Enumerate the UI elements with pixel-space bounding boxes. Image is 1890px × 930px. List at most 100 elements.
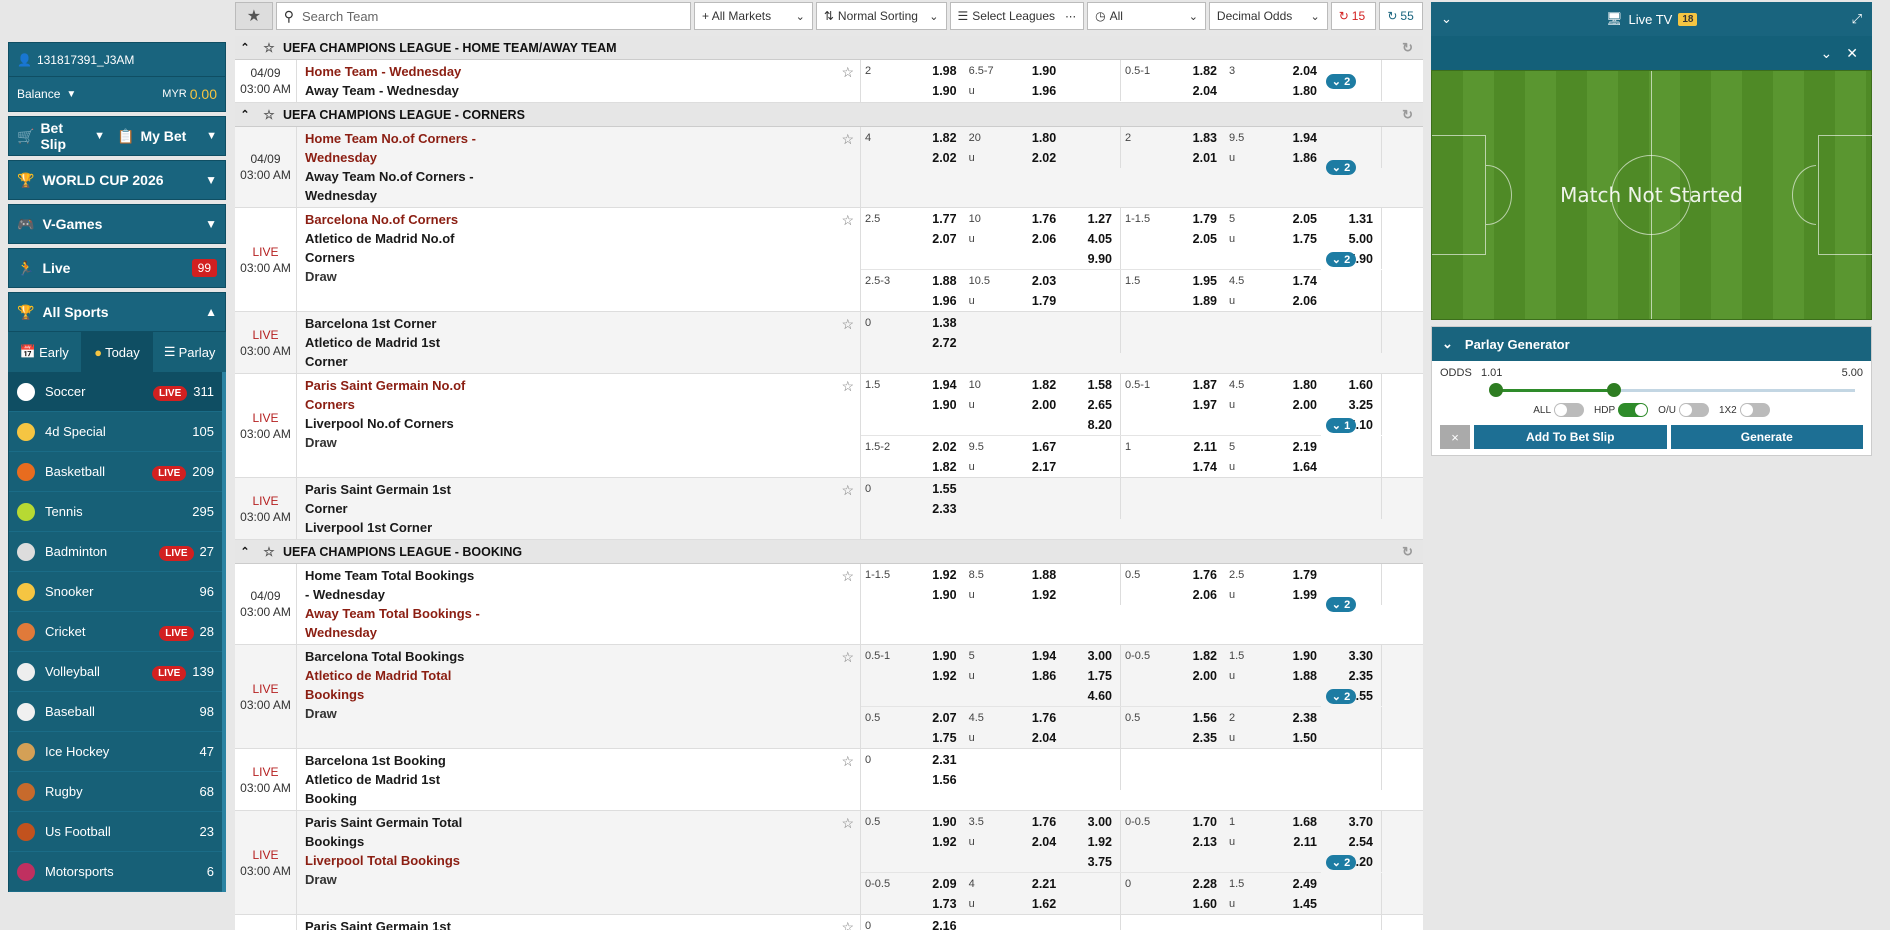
- ou-odds-val[interactable]: 1.96: [1004, 81, 1056, 101]
- ou-odds-val[interactable]: 2.00: [1265, 395, 1317, 415]
- star-icon[interactable]: ☆: [841, 918, 854, 930]
- handicap-odds-val[interactable]: 2.07: [903, 708, 956, 728]
- handicap-odds-val[interactable]: 1.60: [1163, 894, 1217, 914]
- ou-odds-val[interactable]: 1.86: [1265, 148, 1317, 168]
- ou-odds-val[interactable]: 1.99: [1265, 585, 1317, 605]
- star-icon[interactable]: ☆: [841, 752, 854, 771]
- handicap-odds-val[interactable]: 1.87: [1163, 375, 1217, 395]
- odds-type-dropdown[interactable]: Decimal Odds ⌄: [1208, 2, 1328, 30]
- ou-odds-val[interactable]: 1.94: [1265, 128, 1317, 148]
- handicap-odds-val[interactable]: 1.92: [903, 832, 956, 852]
- refresh-button-a[interactable]: ↻ 15: [1330, 2, 1377, 30]
- ou-odds-val[interactable]: 1.45: [1265, 894, 1317, 914]
- ou-odds-val[interactable]: 2.19: [1265, 437, 1317, 457]
- ou-odds-val[interactable]: 1.80: [1265, 375, 1317, 395]
- toggle-switch[interactable]: [1678, 403, 1709, 417]
- more-markets-button[interactable]: ⌄ 2: [1325, 596, 1357, 612]
- refresh-icon[interactable]: ↻: [1402, 544, 1413, 560]
- handicap-odds-val[interactable]: 2.07: [903, 229, 956, 249]
- sport-item[interactable]: Cricket LIVE 28: [9, 612, 222, 652]
- league-header[interactable]: ⌃ ☆ UEFA CHAMPIONS LEAGUE - HOME TEAM/AWAY…: [235, 36, 1423, 60]
- refresh-icon[interactable]: ↻: [1402, 107, 1413, 123]
- handicap-odds-val[interactable]: 1.82: [1163, 61, 1217, 81]
- chevron-up-icon[interactable]: ⌃: [235, 545, 255, 558]
- ou-odds-val[interactable]: 1.79: [1265, 565, 1317, 585]
- handicap-odds-val[interactable]: 1.70: [1163, 812, 1217, 832]
- time-filter-dropdown[interactable]: ◷ All ⌄: [1087, 2, 1206, 30]
- balance-row[interactable]: Balance ▼ MYR 0.00: [9, 77, 225, 111]
- star-icon[interactable]: ☆: [841, 648, 854, 667]
- handicap-odds-val[interactable]: 1.74: [1163, 457, 1217, 477]
- handicap-odds-val[interactable]: 1.55: [903, 479, 956, 499]
- star-icon[interactable]: ☆: [841, 130, 854, 149]
- more-markets-button[interactable]: ⌄ 2: [1325, 855, 1357, 870]
- ou-odds-val[interactable]: 1.64: [1265, 457, 1317, 477]
- toggle-1x2[interactable]: 1X2: [1719, 403, 1770, 417]
- star-icon[interactable]: ☆: [841, 63, 854, 82]
- star-icon[interactable]: ☆: [841, 814, 854, 833]
- x12-odds-val[interactable]: 4.05: [1062, 229, 1112, 249]
- handicap-odds-val[interactable]: 1.56: [1163, 708, 1217, 728]
- handicap-odds-val[interactable]: 1.82: [903, 128, 956, 148]
- handicap-odds-val[interactable]: 1.77: [903, 209, 956, 229]
- handicap-odds-val[interactable]: 1.76: [1163, 565, 1217, 585]
- toggle-hdp[interactable]: HDP: [1594, 403, 1649, 417]
- handicap-odds-val[interactable]: 1.75: [903, 728, 956, 748]
- expand-icon[interactable]: ⤢: [1852, 11, 1862, 27]
- ou-odds-val[interactable]: 2.11: [1265, 832, 1317, 852]
- handicap-odds-val[interactable]: 1.90: [903, 81, 956, 101]
- tab-today[interactable]: ● Today: [80, 332, 154, 372]
- world-cup-item[interactable]: 🏆 WORLD CUP 2026 ▼: [8, 160, 226, 200]
- handicap-odds-val[interactable]: 2.16: [903, 916, 956, 930]
- ou-odds-val[interactable]: 2.49: [1265, 874, 1317, 894]
- ou-odds-val[interactable]: 1.86: [1004, 666, 1056, 686]
- sport-item[interactable]: Soccer LIVE 311: [9, 372, 222, 412]
- sorting-dropdown[interactable]: ⇅ Normal Sorting ⌄: [815, 2, 947, 30]
- ou-odds-val[interactable]: 2.06: [1004, 229, 1056, 249]
- sport-item[interactable]: Badminton LIVE 27: [9, 532, 222, 572]
- ou-odds-val[interactable]: 1.92: [1004, 585, 1056, 605]
- live-item[interactable]: 🏃 Live 99: [8, 248, 226, 288]
- handicap-odds-val[interactable]: 1.89: [1163, 291, 1217, 311]
- my-bet-button[interactable]: 📋 My Bet ▼: [117, 128, 217, 145]
- ou-odds-val[interactable]: 2.04: [1004, 832, 1056, 852]
- more-markets-button[interactable]: ⌄ 2: [1325, 252, 1357, 267]
- sport-item[interactable]: Us Football 23: [9, 812, 222, 852]
- slider-handle-min[interactable]: [1489, 383, 1503, 397]
- ou-odds-val[interactable]: 2.02: [1004, 148, 1056, 168]
- ou-odds-val[interactable]: 2.06: [1265, 291, 1317, 311]
- ou-odds-val[interactable]: 1.62: [1004, 894, 1056, 914]
- all-sports-header[interactable]: 🏆 All Sports ▲: [8, 292, 226, 332]
- league-header[interactable]: ⌃ ☆ UEFA CHAMPIONS LEAGUE - BOOKING ↻: [235, 540, 1423, 564]
- sport-item[interactable]: Snooker 96: [9, 572, 222, 612]
- ou-odds-val[interactable]: 2.21: [1004, 874, 1056, 894]
- ou-odds-val[interactable]: 2.05: [1265, 209, 1317, 229]
- handicap-odds-val[interactable]: 2.06: [1163, 585, 1217, 605]
- star-icon[interactable]: ☆: [255, 107, 283, 122]
- handicap-odds-val[interactable]: 2.28: [1163, 874, 1217, 894]
- sport-item[interactable]: Basketball LIVE 209: [9, 452, 222, 492]
- ou-odds-val[interactable]: 1.90: [1265, 646, 1317, 666]
- leagues-dropdown[interactable]: ☰ Select Leagues ⋯: [949, 2, 1085, 30]
- handicap-odds-val[interactable]: 1.82: [1163, 646, 1217, 666]
- add-to-bet-slip-button[interactable]: Add To Bet Slip: [1474, 425, 1667, 449]
- handicap-odds-val[interactable]: 1.90: [903, 585, 956, 605]
- handicap-odds-val[interactable]: 2.01: [1163, 148, 1217, 168]
- x12-odds-val[interactable]: 3.00: [1062, 812, 1112, 832]
- sport-item[interactable]: Ice Hockey 47: [9, 732, 222, 772]
- league-header[interactable]: ⌃ ☆ UEFA CHAMPIONS LEAGUE - CORNERS ↻: [235, 103, 1423, 127]
- ou-odds-val[interactable]: 2.03: [1004, 271, 1056, 291]
- handicap-odds-val[interactable]: 1.88: [903, 271, 956, 291]
- ou-odds-val[interactable]: 1.50: [1265, 728, 1317, 748]
- handicap-odds-val[interactable]: 1.92: [903, 666, 956, 686]
- handicap-odds-val[interactable]: 2.13: [1163, 832, 1217, 852]
- tab-parlay[interactable]: ☰ Parlay: [153, 332, 226, 372]
- x12-odds-val[interactable]: 4.60: [1062, 686, 1112, 706]
- tab-early[interactable]: 📅 Early: [8, 332, 81, 372]
- sport-item[interactable]: Baseball 98: [9, 692, 222, 732]
- handicap-odds-val[interactable]: 1.56: [903, 770, 956, 790]
- handicap-odds-val[interactable]: 1.90: [903, 646, 956, 666]
- x12-odds-val[interactable]: 3.00: [1062, 646, 1112, 666]
- handicap-odds-val[interactable]: 1.82: [903, 457, 956, 477]
- handicap-odds-val[interactable]: 1.79: [1163, 209, 1217, 229]
